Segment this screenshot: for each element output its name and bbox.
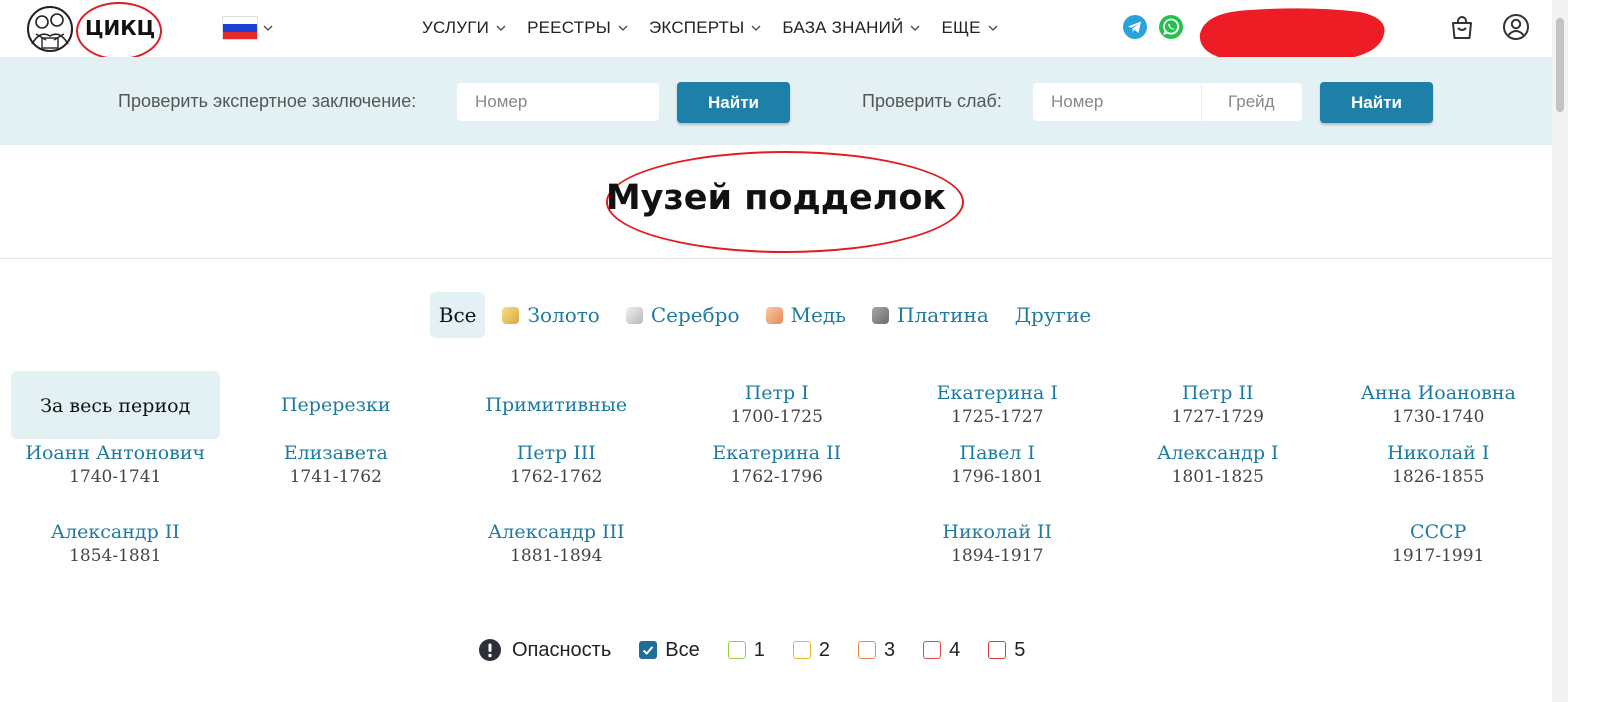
period-restrikes[interactable]: Перерезки xyxy=(226,370,447,439)
logo-icon[interactable] xyxy=(22,4,78,54)
main-nav: УСЛУГИ РЕЕСТРЫ ЭКСПЕРТЫ БАЗА ЗНАНИЙ ЕЩЕ xyxy=(422,18,999,38)
gold-swatch-icon xyxy=(502,306,520,324)
danger-option-2[interactable]: 2 xyxy=(792,639,830,662)
period-empty xyxy=(226,518,447,597)
period-ivan-6[interactable]: Иоанн Антонович 1740-1741 xyxy=(5,439,226,518)
slab-check-label: Проверить слаб: xyxy=(862,91,1002,111)
period-catherine-2[interactable]: Екатерина II 1762-1796 xyxy=(667,439,888,518)
period-ussr[interactable]: СССР 1917-1991 xyxy=(1328,518,1549,597)
metal-filter-silver[interactable]: Серебро xyxy=(617,292,749,338)
checkbox-icon xyxy=(792,641,811,659)
russia-flag-icon xyxy=(222,16,258,40)
silver-swatch-icon xyxy=(625,306,643,324)
metal-filter-gold[interactable]: Золото xyxy=(493,292,608,338)
checkbox-icon xyxy=(857,641,876,659)
nav-item-more[interactable]: ЕЩЕ xyxy=(941,18,998,38)
danger-option-all[interactable]: Все xyxy=(639,639,700,662)
logo-text[interactable]: ЦИКЦ xyxy=(85,16,155,40)
period-primitive[interactable]: Примитивные xyxy=(446,370,667,439)
exclamation-icon xyxy=(479,639,501,661)
period-peter-2[interactable]: Петр II 1727-1729 xyxy=(1108,370,1329,439)
metal-filter-platinum[interactable]: Платина xyxy=(863,292,998,338)
scrollbar-thumb[interactable] xyxy=(1556,18,1564,112)
period-nicholas-2[interactable]: Николай II 1894-1917 xyxy=(887,518,1108,597)
account-icon[interactable] xyxy=(1502,13,1530,41)
nav-item-experts[interactable]: ЭКСПЕРТЫ xyxy=(649,18,762,38)
period-alexander-1[interactable]: Александр I 1801-1825 xyxy=(1108,439,1329,518)
nav-item-knowledge-base[interactable]: БАЗА ЗНАНИЙ xyxy=(782,18,921,38)
page-scrollbar[interactable] xyxy=(1552,0,1568,702)
danger-option-1[interactable]: 1 xyxy=(727,639,765,662)
period-alexander-3[interactable]: Александр III 1881-1894 xyxy=(446,518,667,597)
metal-filter-all[interactable]: Все xyxy=(429,292,486,338)
metal-filter: Все Золото Серебро Медь Платина Другие xyxy=(0,292,1530,338)
nav-item-services[interactable]: УСЛУГИ xyxy=(422,18,507,38)
whatsapp-icon[interactable] xyxy=(1158,14,1184,40)
checkbox-icon xyxy=(923,641,942,659)
social-links xyxy=(1122,14,1184,40)
cart-icon[interactable] xyxy=(1448,14,1476,42)
period-peter-3[interactable]: Петр III 1762-1762 xyxy=(446,439,667,518)
chevron-down-icon xyxy=(751,25,761,32)
chevron-down-icon xyxy=(618,25,628,32)
danger-option-4[interactable]: 4 xyxy=(923,639,960,662)
danger-option-3[interactable]: 3 xyxy=(857,639,895,662)
period-catherine-1[interactable]: Екатерина I 1725-1727 xyxy=(887,370,1108,439)
period-anna[interactable]: Анна Иоановна 1730-1740 xyxy=(1328,370,1549,439)
period-elizabeth[interactable]: Елизавета 1741-1762 xyxy=(226,439,447,518)
copper-swatch-icon xyxy=(765,306,783,324)
slab-grade-input[interactable] xyxy=(1202,83,1302,121)
period-all[interactable]: За весь период xyxy=(11,371,220,439)
expert-check-label: Проверить экспертное заключение: xyxy=(118,91,417,111)
expert-search-button[interactable]: Найти xyxy=(677,82,790,123)
metal-filter-copper[interactable]: Медь xyxy=(757,292,856,338)
metal-filter-other[interactable]: Другие xyxy=(1006,292,1100,338)
period-peter-1[interactable]: Петр I 1700-1725 xyxy=(667,370,888,439)
danger-option-5[interactable]: 5 xyxy=(988,639,1025,662)
checkbox-icon xyxy=(727,641,746,659)
checkbox-icon xyxy=(988,641,1007,659)
period-paul-1[interactable]: Павел I 1796-1801 xyxy=(887,439,1108,518)
platinum-swatch-icon xyxy=(872,306,890,324)
telegram-icon[interactable] xyxy=(1122,14,1148,40)
period-alexander-2[interactable]: Александр II 1854-1881 xyxy=(5,518,226,597)
chevron-down-icon xyxy=(910,25,920,32)
slab-number-input[interactable] xyxy=(1033,83,1201,121)
divider xyxy=(0,258,1552,259)
period-nicholas-1[interactable]: Николай I 1826-1855 xyxy=(1328,439,1549,518)
chevron-down-icon xyxy=(496,25,506,32)
site-header: ЦИКЦ УСЛУГИ РЕЕСТРЫ ЭКСПЕРТЫ БАЗА ЗНАНИЙ… xyxy=(0,0,1552,63)
chevron-down-icon xyxy=(988,25,998,32)
period-empty xyxy=(1108,518,1329,597)
slab-search-button[interactable]: Найти xyxy=(1320,82,1433,123)
danger-label: Опасность xyxy=(478,638,611,662)
period-grid: За весь период Перерезки Примитивные Пет… xyxy=(5,370,1545,597)
verification-bar: Проверить экспертное заключение: Найти П… xyxy=(0,57,1552,145)
chevron-down-icon xyxy=(263,25,273,32)
period-empty xyxy=(667,518,888,597)
danger-filter: Опасность Все 1 2 3 4 5 xyxy=(478,638,1025,662)
checkbox-checked-icon xyxy=(639,641,658,659)
expert-number-input[interactable] xyxy=(457,83,659,121)
page-title: Музей подделок xyxy=(605,178,947,218)
language-selector[interactable] xyxy=(222,16,274,40)
nav-item-registries[interactable]: РЕЕСТРЫ xyxy=(527,18,629,38)
